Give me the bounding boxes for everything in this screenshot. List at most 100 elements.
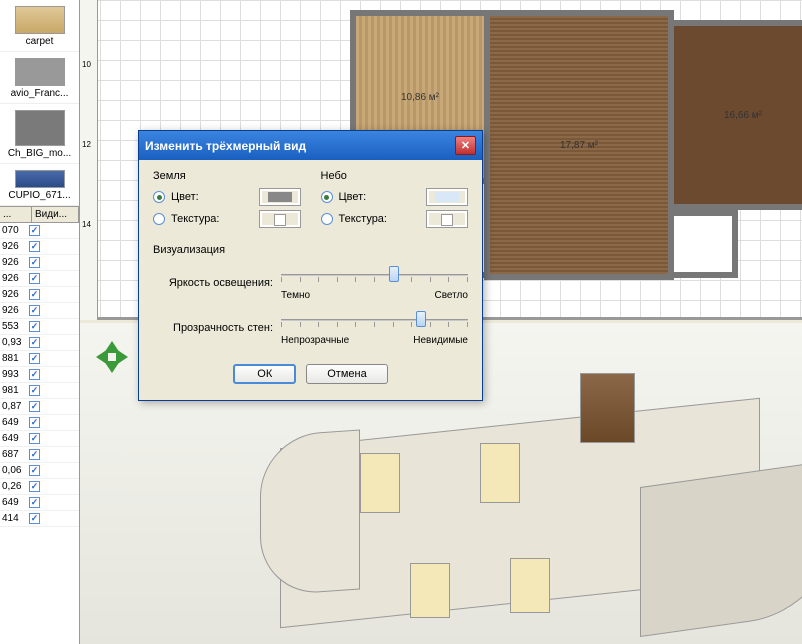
visibility-checkbox[interactable]: ✓	[29, 305, 40, 316]
ground-texture-swatch[interactable]	[259, 210, 301, 228]
table-row[interactable]: 553✓	[0, 319, 79, 335]
row-value: 0,93	[0, 337, 26, 348]
table-row[interactable]: 0,26✓	[0, 479, 79, 495]
table-row[interactable]: 687✓	[0, 447, 79, 463]
table-row[interactable]: 926✓	[0, 239, 79, 255]
visibility-checkbox[interactable]: ✓	[29, 289, 40, 300]
visibility-checkbox[interactable]: ✓	[29, 465, 40, 476]
visibility-checkbox[interactable]: ✓	[29, 401, 40, 412]
table-row[interactable]: 926✓	[0, 303, 79, 319]
table-row[interactable]: 926✓	[0, 287, 79, 303]
table-row[interactable]: 0,93✓	[0, 335, 79, 351]
visualization-section: Визуализация Яркость освещения: Темно Св…	[153, 244, 468, 346]
slider-min-label: Темно	[281, 290, 310, 301]
room-area-label: 17,87 м²	[560, 140, 598, 151]
table-row[interactable]: 070✓	[0, 223, 79, 239]
dialog-title-text: Изменить трёхмерный вид	[145, 139, 306, 153]
furniture-list-header: ... Види...	[0, 206, 79, 223]
nav-left-icon[interactable]	[88, 349, 108, 365]
visibility-checkbox[interactable]: ✓	[29, 497, 40, 508]
list-header-col: Види...	[32, 207, 79, 222]
catalog-thumb	[15, 170, 65, 188]
table-row[interactable]: 649✓	[0, 495, 79, 511]
dialog-titlebar[interactable]: Изменить трёхмерный вид ✕	[139, 131, 482, 160]
visibility-checkbox[interactable]: ✓	[29, 513, 40, 524]
table-row[interactable]: 0,87✓	[0, 399, 79, 415]
visibility-checkbox[interactable]: ✓	[29, 225, 40, 236]
row-value: 070	[0, 225, 26, 236]
ground-color-swatch[interactable]	[259, 188, 301, 206]
transparency-slider[interactable]	[281, 309, 468, 333]
close-button[interactable]: ✕	[455, 136, 476, 155]
furniture-list[interactable]: 070✓926✓926✓926✓926✓926✓553✓0,93✓881✓993…	[0, 223, 79, 527]
catalog-item[interactable]: Ch_BIG_mo...	[0, 104, 79, 164]
visibility-checkbox[interactable]: ✓	[29, 321, 40, 332]
sky-texture-swatch[interactable]	[426, 210, 468, 228]
room-area-label: 16,66 м²	[724, 110, 762, 121]
modify-3d-view-dialog: Изменить трёхмерный вид ✕ Земля Цвет: Те…	[138, 130, 483, 401]
table-row[interactable]: 649✓	[0, 415, 79, 431]
sky-texture-radio[interactable]	[321, 213, 333, 225]
sky-group: Небо Цвет: Текстура:	[321, 170, 469, 232]
row-value: 993	[0, 369, 26, 380]
room-3[interactable]: 16,66 м²	[668, 20, 802, 210]
ok-button[interactable]: ОК	[233, 364, 296, 384]
ground-color-row: Цвет:	[153, 188, 301, 206]
row-value: 553	[0, 321, 26, 332]
dialog-buttons: ОК Отмена	[153, 354, 468, 390]
room-small[interactable]	[668, 210, 738, 278]
brightness-slider[interactable]	[281, 264, 468, 288]
sky-color-radio[interactable]	[321, 191, 333, 203]
nav-compass[interactable]	[88, 333, 136, 381]
catalog-label: Ch_BIG_mo...	[2, 148, 77, 159]
catalog-item[interactable]: avio_Franc...	[0, 52, 79, 104]
visibility-checkbox[interactable]: ✓	[29, 241, 40, 252]
nav-right-icon[interactable]	[116, 349, 136, 365]
ground-texture-radio[interactable]	[153, 213, 165, 225]
visibility-checkbox[interactable]: ✓	[29, 481, 40, 492]
catalog-thumb	[15, 6, 65, 34]
group-title: Небо	[321, 170, 469, 182]
slider-label: Прозрачность стен:	[153, 322, 273, 334]
visibility-checkbox[interactable]: ✓	[29, 369, 40, 380]
visibility-checkbox[interactable]: ✓	[29, 337, 40, 348]
catalog-item[interactable]: CUPIO_671...	[0, 164, 79, 206]
visibility-checkbox[interactable]: ✓	[29, 257, 40, 268]
visibility-checkbox[interactable]: ✓	[29, 385, 40, 396]
table-row[interactable]: 0,06✓	[0, 463, 79, 479]
catalog-item[interactable]: carpet	[0, 0, 79, 52]
row-value: 649	[0, 417, 26, 428]
row-value: 687	[0, 449, 26, 460]
ground-color-radio[interactable]	[153, 191, 165, 203]
visibility-checkbox[interactable]: ✓	[29, 433, 40, 444]
table-row[interactable]: 649✓	[0, 431, 79, 447]
sky-color-row: Цвет:	[321, 188, 469, 206]
table-row[interactable]: 981✓	[0, 383, 79, 399]
table-row[interactable]: 926✓	[0, 271, 79, 287]
sidebar: carpet avio_Franc... Ch_BIG_mo... CUPIO_…	[0, 0, 80, 644]
sky-color-swatch[interactable]	[426, 188, 468, 206]
table-row[interactable]: 993✓	[0, 367, 79, 383]
slider-max-label: Невидимые	[413, 335, 468, 346]
visibility-checkbox[interactable]: ✓	[29, 273, 40, 284]
radio-label: Цвет:	[339, 191, 367, 203]
row-value: 926	[0, 257, 26, 268]
furniture-catalog[interactable]: carpet avio_Franc... Ch_BIG_mo... CUPIO_…	[0, 0, 79, 206]
visibility-checkbox[interactable]: ✓	[29, 353, 40, 364]
table-row[interactable]: 881✓	[0, 351, 79, 367]
slider-thumb[interactable]	[416, 311, 426, 327]
table-row[interactable]: 414✓	[0, 511, 79, 527]
radio-label: Текстура:	[171, 213, 220, 225]
room-2[interactable]: 17,87 м²	[484, 10, 674, 280]
radio-label: Цвет:	[171, 191, 199, 203]
visibility-checkbox[interactable]: ✓	[29, 417, 40, 428]
ruler-mark: 10	[82, 60, 91, 69]
row-value: 0,87	[0, 401, 26, 412]
visibility-checkbox[interactable]: ✓	[29, 449, 40, 460]
table-row[interactable]: 926✓	[0, 255, 79, 271]
slider-thumb[interactable]	[389, 266, 399, 282]
cancel-button[interactable]: Отмена	[306, 364, 387, 384]
catalog-thumb	[15, 110, 65, 146]
brightness-row: Яркость освещения: Темно Светло	[153, 264, 468, 301]
ruler-mark: 14	[82, 220, 91, 229]
